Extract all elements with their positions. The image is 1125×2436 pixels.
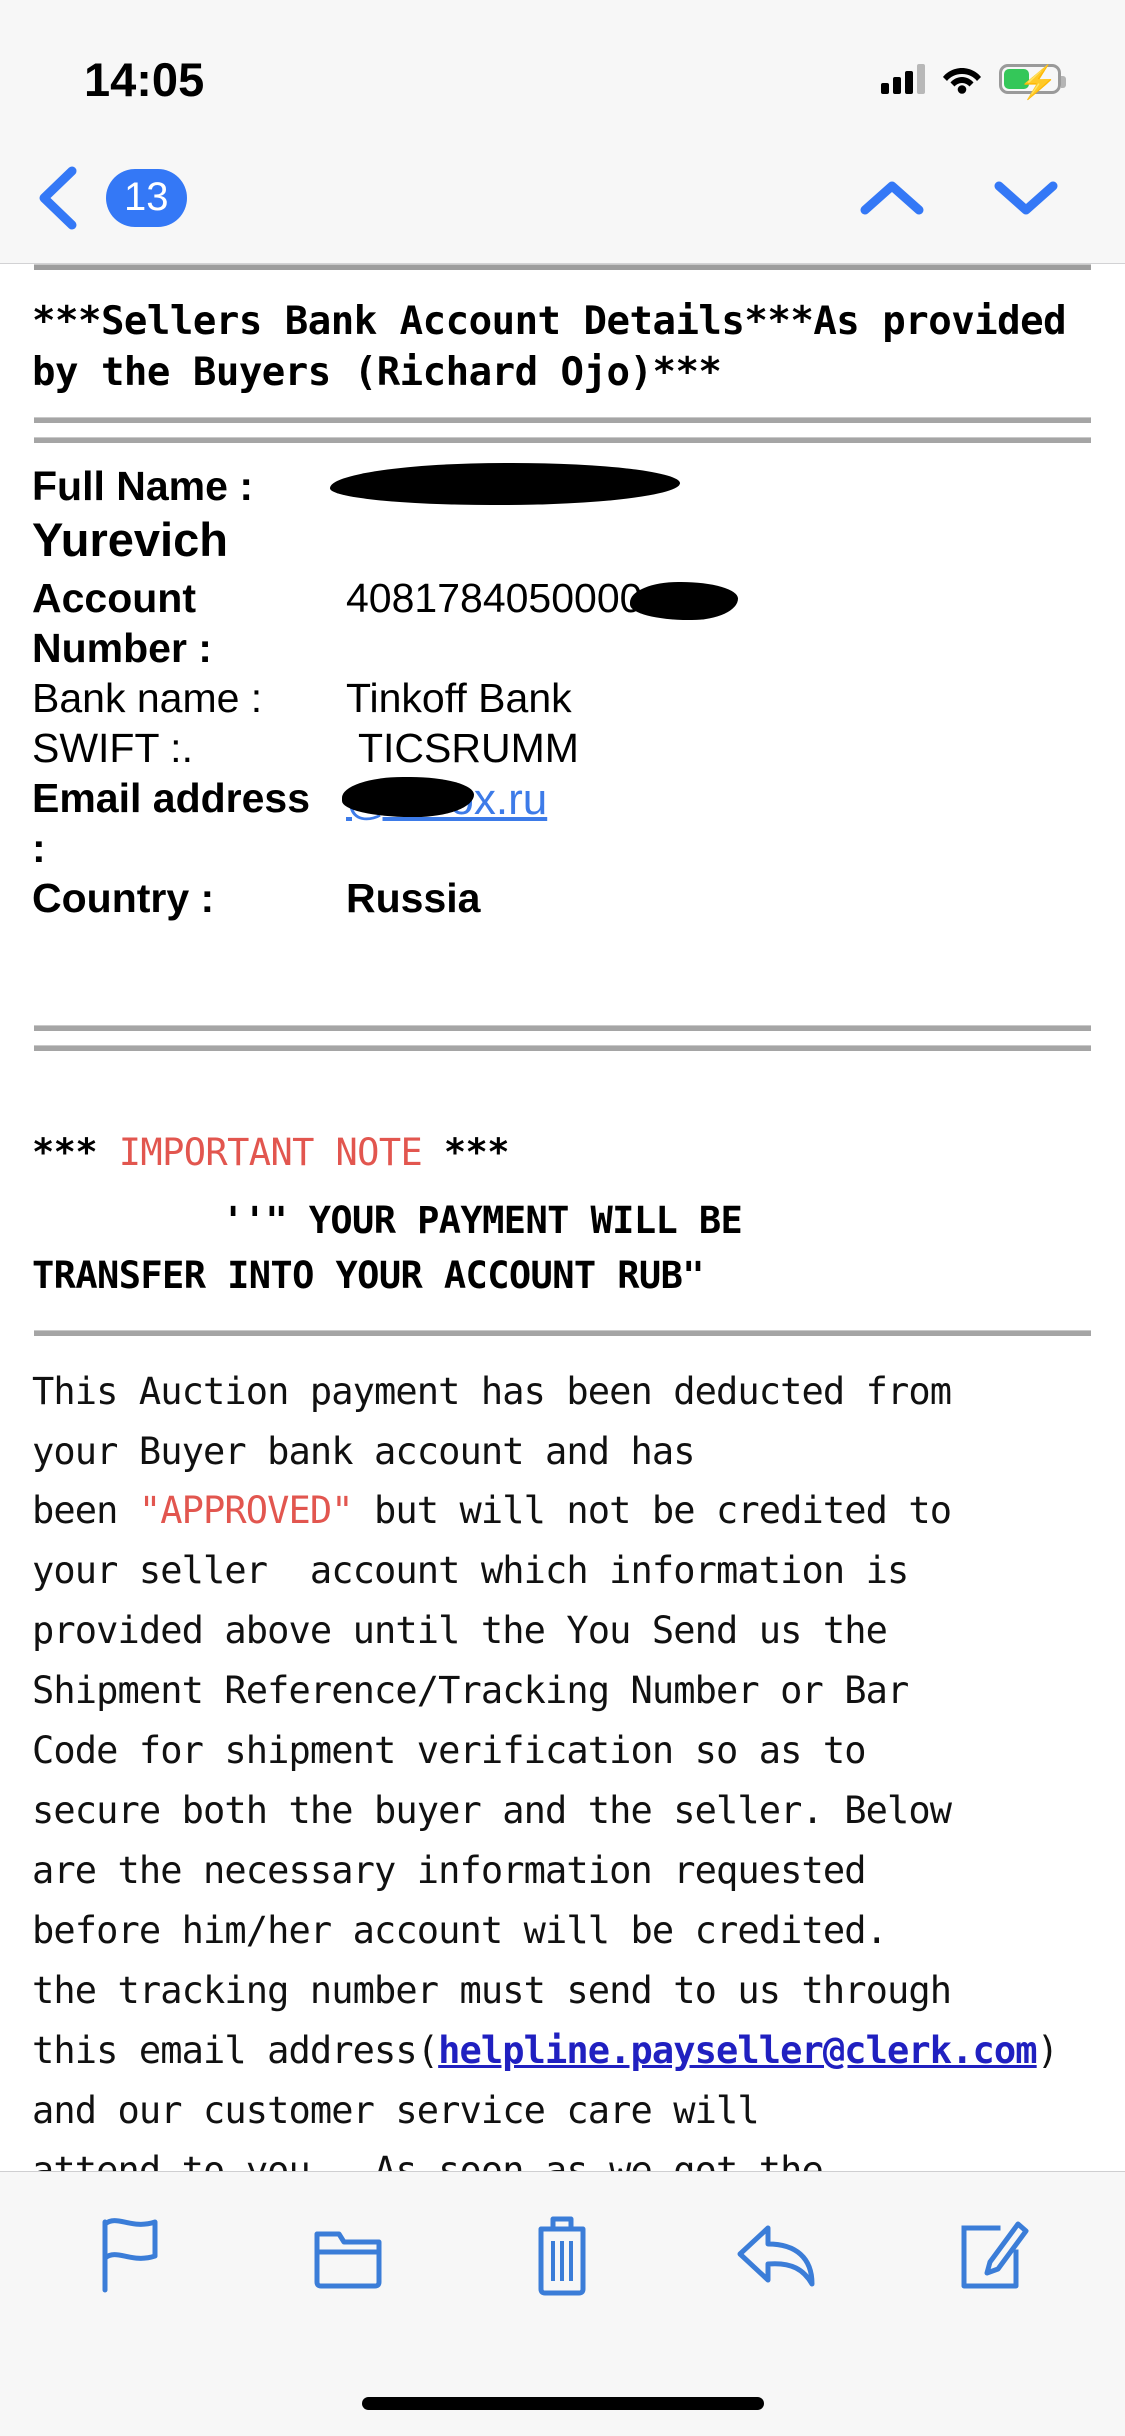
full-name-second-line: Yurevich <box>32 512 228 566</box>
important-note-title: IMPORTANT NOTE <box>118 1131 423 1175</box>
reply-button[interactable] <box>717 2196 837 2316</box>
reply-icon[interactable] <box>734 2220 820 2292</box>
body-approved-word: "APPROVED" <box>138 1489 354 1533</box>
home-indicator <box>361 2397 764 2410</box>
flag-button[interactable] <box>73 2196 193 2316</box>
redaction-mark-account-number <box>630 582 739 621</box>
wifi-icon <box>942 64 982 94</box>
battery-charging-icon: ⚡ <box>999 64 1066 100</box>
detail-row-account-number: Account Number : 4081784050000 <box>32 573 1093 673</box>
detail-row-full-name: Full Name : <box>32 461 1093 511</box>
message-navigation-controls <box>845 162 1083 234</box>
account-number-label: Account Number : <box>32 575 212 672</box>
chevron-up-icon[interactable] <box>845 162 939 234</box>
folder-icon[interactable] <box>309 2220 387 2292</box>
country-label: Country : <box>32 875 215 922</box>
full-name-label: Full Name : <box>32 462 253 509</box>
email-address-value-wrap[interactable]: @inbox.ru <box>332 773 1093 827</box>
toolbar-icon-row <box>0 2172 1125 2340</box>
status-bar: 14:05 ⚡ <box>0 0 1125 132</box>
cellular-signal-icon <box>881 64 925 94</box>
trash-icon[interactable] <box>527 2213 597 2299</box>
note-stars-left: *** <box>32 1131 119 1175</box>
account-number-value: 4081784050000 <box>346 575 643 621</box>
note-stars-right: *** <box>422 1131 510 1175</box>
email-body-paragraph: This Auction payment has been deducted f… <box>0 1336 1125 2171</box>
helpline-email-link[interactable]: helpline.payseller@clerk.com <box>438 2029 1037 2072</box>
chevron-down-icon[interactable] <box>979 162 1073 234</box>
unread-count-badge[interactable]: 13 <box>106 168 187 227</box>
swift-label: SWIFT :. <box>32 725 193 772</box>
redaction-mark-email <box>342 777 474 818</box>
back-button[interactable]: 13 <box>22 151 187 245</box>
swift-value: TICSRUMM <box>358 725 579 772</box>
email-address-label: Email address : <box>32 775 311 872</box>
country-value: Russia <box>346 875 481 922</box>
bank-name-value: Tinkoff Bank <box>346 675 572 722</box>
note-line-2: TRANSFER INTO YOUR ACCOUNT RUB" <box>32 1254 705 1298</box>
status-bar-indicators: ⚡ <box>881 38 1066 100</box>
seller-email-link[interactable]: @inbox.ru <box>342 773 547 827</box>
detail-row-bank-name: Bank name : Tinkoff Bank <box>32 673 1093 723</box>
detail-row-email-address: Email address : @inbox.ru <box>32 773 1093 873</box>
detail-row-country: Country : Russia <box>32 873 1093 923</box>
message-nav-bar: 13 <box>0 132 1125 264</box>
move-to-folder-button[interactable] <box>288 2196 408 2316</box>
note-line-1: ''" YOUR PAYMENT WILL BE <box>222 1198 743 1242</box>
chevron-left-icon[interactable] <box>22 151 92 245</box>
bank-details-block: Full Name : Yurevich Account Number : 40… <box>0 443 1125 933</box>
compose-icon[interactable] <box>954 2218 1030 2294</box>
bank-name-label: Bank name : <box>32 675 263 722</box>
account-number-value-wrap: 4081784050000 <box>332 573 1093 623</box>
important-note-title-line: *** IMPORTANT NOTE *** <box>0 1125 1125 1181</box>
message-action-toolbar <box>0 2171 1125 2436</box>
status-bar-time: 14:05 <box>84 52 205 106</box>
flag-icon[interactable] <box>97 2216 169 2296</box>
delete-button[interactable] <box>502 2196 622 2316</box>
compose-button[interactable] <box>932 2196 1052 2316</box>
body-text-part-2: but will not be credited to your seller … <box>32 1489 952 2072</box>
detail-row-swift: SWIFT :. TICSRUMM <box>32 723 1093 773</box>
email-message-body[interactable]: ***Sellers Bank Account Details***As pro… <box>0 264 1125 2171</box>
email-heading: ***Sellers Bank Account Details***As pro… <box>32 299 1067 396</box>
redaction-mark-full-name <box>330 462 680 505</box>
